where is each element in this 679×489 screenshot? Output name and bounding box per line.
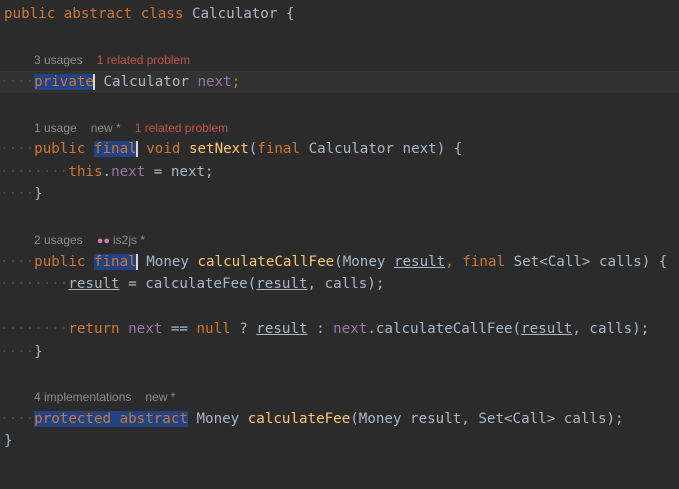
keyword: void [146, 141, 181, 157]
param-name[interactable]: result [394, 254, 445, 270]
code-line-assign-result[interactable]: ········result = calculateFee(result, ca… [0, 273, 679, 295]
keyword: public [34, 141, 86, 157]
implementations-hint[interactable]: 4 implementations [34, 388, 131, 406]
ternary-operator: ? [230, 321, 257, 337]
comma: , [445, 254, 463, 270]
operator: == [162, 321, 197, 337]
inlay-hints-field: 3 usages 1 related problem [0, 51, 679, 69]
code-line-setnext[interactable]: ····public final void setNext(final Calc… [0, 138, 679, 160]
usages-hint[interactable]: 3 usages [34, 51, 83, 69]
assignment-rest: = next; [145, 164, 214, 180]
author-hint[interactable]: is2js * [113, 231, 145, 249]
code-editor[interactable]: public abstract class Calculator { 3 usa… [0, 0, 679, 489]
keyword: return [68, 321, 120, 337]
call-start: .calculateCallFee( [367, 321, 522, 337]
related-problem-hint[interactable]: 1 related problem [135, 119, 228, 137]
indent-guide: ········ [0, 276, 69, 292]
ternary-colon: : [307, 321, 334, 337]
code-line-class-close[interactable]: } [0, 430, 679, 452]
keyword-selected[interactable]: private [34, 74, 94, 90]
text-caret [92, 74, 95, 90]
code-line-class-declaration[interactable]: public abstract class Calculator { [0, 3, 679, 25]
open-brace: { [453, 141, 463, 157]
code-line-close-brace[interactable]: ····} [0, 183, 679, 205]
method-name[interactable]: calculateFee [248, 411, 351, 427]
field-name[interactable]: next [111, 164, 145, 180]
code-line-calculatecallfee[interactable]: ····public final Money calculateCallFee(… [0, 251, 679, 273]
keyword: public [34, 254, 86, 270]
call-rest: , calls); [307, 276, 385, 292]
indent-guide: ···· [0, 411, 35, 427]
close-brace: } [4, 433, 13, 449]
text-caret [135, 141, 138, 157]
keyword: null [196, 321, 231, 337]
method-name[interactable]: setNext [189, 141, 249, 157]
close-brace: } [34, 344, 43, 360]
indent-guide: ···· [0, 186, 35, 202]
keyword: final [257, 141, 301, 157]
text-caret [135, 254, 138, 270]
indent-guide: ···· [0, 74, 35, 90]
keyword-selected[interactable]: protected [34, 411, 111, 427]
inlay-hints-setnext: 1 usage new * 1 related problem [0, 119, 679, 137]
usages-hint[interactable]: 2 usages [34, 231, 83, 249]
keyword-selected[interactable]: abstract [120, 411, 188, 427]
author-hint[interactable]: new * [91, 119, 121, 137]
keyword: abstract [63, 6, 133, 22]
variable-name[interactable]: result [256, 321, 307, 337]
open-brace: { [285, 6, 295, 22]
argument-name[interactable]: result [521, 321, 572, 337]
code-line-return[interactable]: ········return next == null ? result : n… [0, 318, 679, 340]
indent-guide: ········ [0, 321, 69, 337]
inlay-hints-callfee: 2 usages ●● is2js * [0, 231, 679, 249]
usages-hint[interactable]: 1 usage [34, 119, 77, 137]
call-rest: , calls); [572, 321, 650, 337]
type-name: Money [196, 411, 240, 427]
variable-name[interactable]: result [68, 276, 119, 292]
type-name: Calculator [103, 74, 189, 90]
close-brace: } [34, 186, 43, 202]
param-list: (Money result, Set<Call> calls); [350, 411, 624, 427]
field-name[interactable]: next [333, 321, 367, 337]
keyword: class [140, 6, 184, 22]
indent-guide: ···· [0, 344, 35, 360]
type-name: Money [146, 254, 189, 270]
code-line-close-brace[interactable]: ····} [0, 341, 679, 363]
author-hint[interactable]: new * [145, 388, 175, 406]
call-start: = calculateFee( [119, 276, 257, 292]
semicolon: ; [231, 74, 241, 90]
class-name[interactable]: Calculator [192, 6, 277, 22]
indent-guide: ···· [0, 141, 35, 157]
param-list-rest: Set<Call> calls) { [505, 254, 668, 270]
keyword: public [4, 6, 56, 22]
code-line-calculatefee[interactable]: ····protected abstract Money calculateFe… [0, 408, 679, 430]
indent-guide: ········ [0, 164, 69, 180]
field-name[interactable]: next [128, 321, 162, 337]
keyword-selected[interactable]: final [94, 254, 137, 270]
argument-name[interactable]: result [256, 276, 307, 292]
type-name: Calculator [308, 141, 394, 157]
method-name[interactable]: calculateCallFee [198, 254, 335, 270]
keyword-selected[interactable]: final [94, 141, 137, 157]
dot: . [102, 164, 112, 180]
code-line-assign-next[interactable]: ········this.next = next; [0, 161, 679, 183]
code-line-field-next[interactable]: ····private Calculator next; [0, 71, 679, 93]
people-icon: ●● [96, 235, 110, 247]
keyword: final [462, 254, 506, 270]
indent-guide: ···· [0, 254, 35, 270]
paren: ) [436, 141, 446, 157]
param-list-start: (Money [334, 254, 394, 270]
related-problem-hint[interactable]: 1 related problem [97, 51, 190, 69]
keyword: this [68, 164, 103, 180]
inlay-hints-calculatefee: 4 implementations new * [0, 388, 679, 406]
param-name: next [402, 141, 437, 157]
paren: ( [248, 141, 258, 157]
field-name[interactable]: next [197, 74, 231, 90]
